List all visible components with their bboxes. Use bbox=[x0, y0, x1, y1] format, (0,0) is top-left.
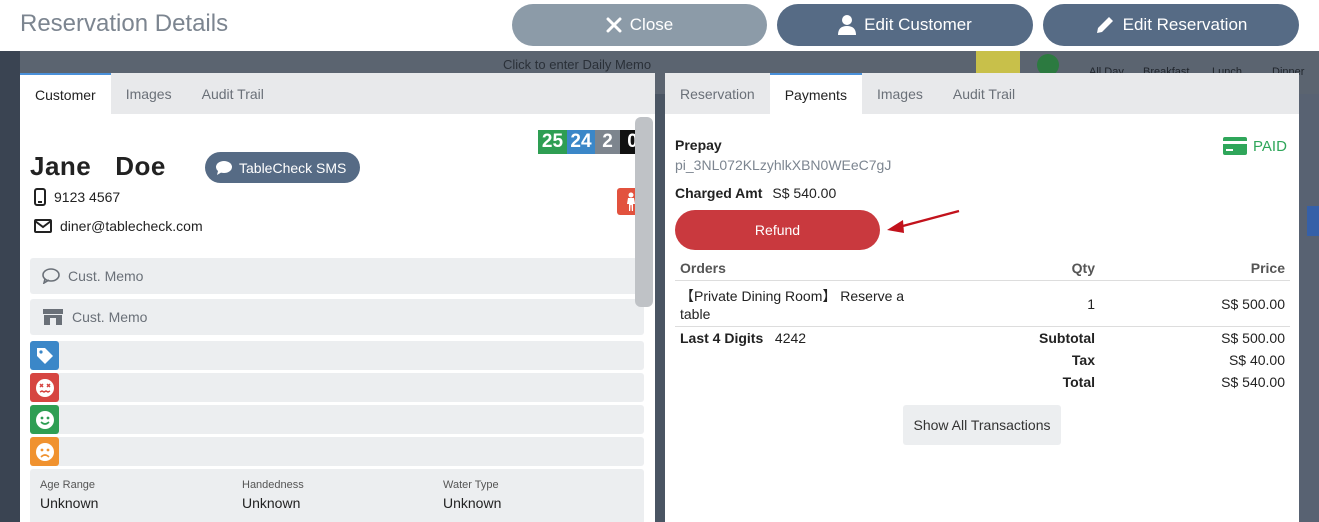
attr-value: Unknown bbox=[242, 495, 301, 511]
last4-value: 4242 bbox=[774, 329, 807, 346]
scrollbar[interactable] bbox=[635, 117, 653, 307]
show-all-transactions-button[interactable]: Show All Transactions bbox=[903, 405, 1061, 445]
tags-row[interactable] bbox=[30, 341, 644, 370]
customer-phone: 9123 4567 bbox=[34, 188, 120, 206]
complaints-row[interactable] bbox=[30, 437, 644, 466]
customer-attributes: Age Range Unknown Handedness Unknown Wat… bbox=[30, 469, 644, 522]
order-item-name: 【Private Dining Room】 Reserve a table bbox=[675, 280, 975, 327]
modal-header: Reservation Details Close Edit Customer … bbox=[0, 0, 1319, 51]
floorplan-icon bbox=[976, 51, 1020, 73]
attr-value: Unknown bbox=[443, 495, 502, 511]
smile-icon bbox=[30, 405, 59, 434]
store-icon bbox=[43, 309, 63, 325]
table-row: Tax S$ 40.00 bbox=[675, 349, 1290, 371]
qty-header: Qty bbox=[975, 256, 1100, 281]
customer-panel: Customer Images Audit Trail 25 24 2 0 Ja… bbox=[20, 73, 655, 522]
page-title: Reservation Details bbox=[20, 10, 229, 37]
edit-customer-button[interactable]: Edit Customer bbox=[777, 4, 1033, 46]
background-right-column bbox=[1299, 94, 1319, 522]
attr-label: Age Range bbox=[40, 479, 96, 491]
tax-label: Tax bbox=[1071, 351, 1095, 368]
edit-customer-label: Edit Customer bbox=[864, 15, 972, 34]
store-memo-field[interactable]: Cust. Memo bbox=[30, 299, 644, 335]
order-item-price: S$ 500.00 bbox=[1100, 280, 1290, 327]
close-icon bbox=[606, 17, 622, 33]
last4-label: Last 4 Digits bbox=[680, 329, 764, 346]
attr-label: Handedness bbox=[242, 479, 304, 491]
tab-payments[interactable]: Payments bbox=[769, 73, 862, 114]
attr-value: Unknown bbox=[40, 495, 99, 511]
sms-button[interactable]: TableCheck SMS bbox=[205, 152, 361, 183]
annotation-arrow-icon bbox=[887, 209, 960, 233]
daily-memo[interactable]: Click to enter Daily Memo bbox=[503, 57, 651, 72]
tab-images[interactable]: Images bbox=[862, 73, 938, 114]
attr-water-type[interactable]: Water Type Unknown bbox=[443, 479, 501, 511]
reservation-tabs: Reservation Payments Images Audit Trail bbox=[665, 73, 1299, 114]
mobile-phone-icon bbox=[34, 188, 46, 206]
tab-images[interactable]: Images bbox=[111, 73, 187, 114]
chat-bubble-icon bbox=[216, 160, 232, 175]
edit-reservation-label: Edit Reservation bbox=[1122, 15, 1248, 34]
table-row: 【Private Dining Room】 Reserve a table 1 … bbox=[675, 280, 1290, 327]
attr-age-range[interactable]: Age Range Unknown bbox=[40, 479, 98, 511]
visit-count-cancelled: 2 bbox=[595, 130, 620, 154]
sms-label: TableCheck SMS bbox=[239, 159, 347, 176]
tab-audit-trail[interactable]: Audit Trail bbox=[938, 73, 1030, 114]
table-row: Last 4 Digits 4242 Subtotal S$ 500.00 bbox=[675, 327, 1290, 349]
customer-memo-field[interactable]: Cust. Memo bbox=[30, 258, 644, 294]
price-header: Price bbox=[1100, 256, 1290, 281]
close-label: Close bbox=[629, 15, 674, 34]
total-value: S$ 540.00 bbox=[1221, 373, 1285, 390]
orders-header: Orders bbox=[675, 256, 975, 281]
order-item-qty: 1 bbox=[975, 280, 1100, 327]
background-sidebar bbox=[0, 51, 20, 522]
last4-cell: Last 4 Digits 4242 bbox=[675, 327, 975, 349]
tag-icon bbox=[30, 341, 59, 370]
comment-icon bbox=[42, 268, 60, 284]
user-icon bbox=[838, 15, 857, 35]
edit-reservation-button[interactable]: Edit Reservation bbox=[1043, 4, 1299, 46]
pencil-icon bbox=[1096, 17, 1113, 33]
tab-reservation[interactable]: Reservation bbox=[665, 73, 770, 114]
close-button[interactable]: Close bbox=[512, 4, 767, 46]
visit-count-total: 25 bbox=[538, 130, 567, 154]
dizzy-face-icon bbox=[30, 373, 59, 402]
tab-audit-trail[interactable]: Audit Trail bbox=[187, 73, 279, 114]
visit-count-completed: 24 bbox=[567, 130, 595, 154]
phone-value: 9123 4567 bbox=[54, 189, 121, 205]
tax-value: S$ 40.00 bbox=[1228, 351, 1285, 368]
charged-amount: Charged Amt S$ 540.00 bbox=[675, 185, 836, 201]
likes-row[interactable] bbox=[30, 405, 644, 434]
visit-counts: 25 24 2 0 bbox=[538, 130, 645, 154]
customer-email: diner@tablecheck.com bbox=[34, 218, 203, 234]
orders-table: Orders Qty Price 【Private Dining Room】 R… bbox=[675, 256, 1290, 393]
last-name: Doe bbox=[115, 151, 166, 181]
memo-placeholder: Cust. Memo bbox=[72, 309, 148, 325]
prepay-label: Prepay bbox=[675, 137, 722, 153]
email-value: diner@tablecheck.com bbox=[60, 218, 203, 234]
payment-intent-id: pi_3NL072KLzyhlkXBN0WEeC7gJ bbox=[675, 157, 892, 173]
customer-tabs: Customer Images Audit Trail bbox=[20, 73, 655, 114]
table-row: Total S$ 540.00 bbox=[675, 371, 1290, 393]
first-name: Jane bbox=[30, 151, 92, 181]
sad-face-icon bbox=[30, 437, 59, 466]
attr-handedness[interactable]: Handedness Unknown bbox=[242, 479, 304, 511]
customer-name: Jane Doe bbox=[30, 151, 166, 182]
total-label: Total bbox=[1062, 373, 1095, 390]
reservation-panel: Reservation Payments Images Audit Trail … bbox=[665, 73, 1299, 522]
subtotal-value: S$ 500.00 bbox=[1221, 329, 1285, 346]
memo-placeholder: Cust. Memo bbox=[68, 268, 144, 284]
tab-customer[interactable]: Customer bbox=[20, 73, 111, 114]
charged-label: Charged Amt bbox=[675, 185, 763, 201]
paid-label: PAID bbox=[1253, 137, 1287, 155]
subtotal-label: Subtotal bbox=[1039, 329, 1095, 346]
envelope-icon bbox=[34, 219, 52, 233]
dislikes-row[interactable] bbox=[30, 373, 644, 402]
refund-button[interactable]: Refund bbox=[675, 210, 880, 250]
credit-card-icon bbox=[1223, 137, 1247, 155]
paid-status-badge: PAID bbox=[1223, 137, 1287, 155]
attr-label: Water Type bbox=[443, 479, 499, 491]
charged-value: S$ 540.00 bbox=[772, 185, 837, 201]
